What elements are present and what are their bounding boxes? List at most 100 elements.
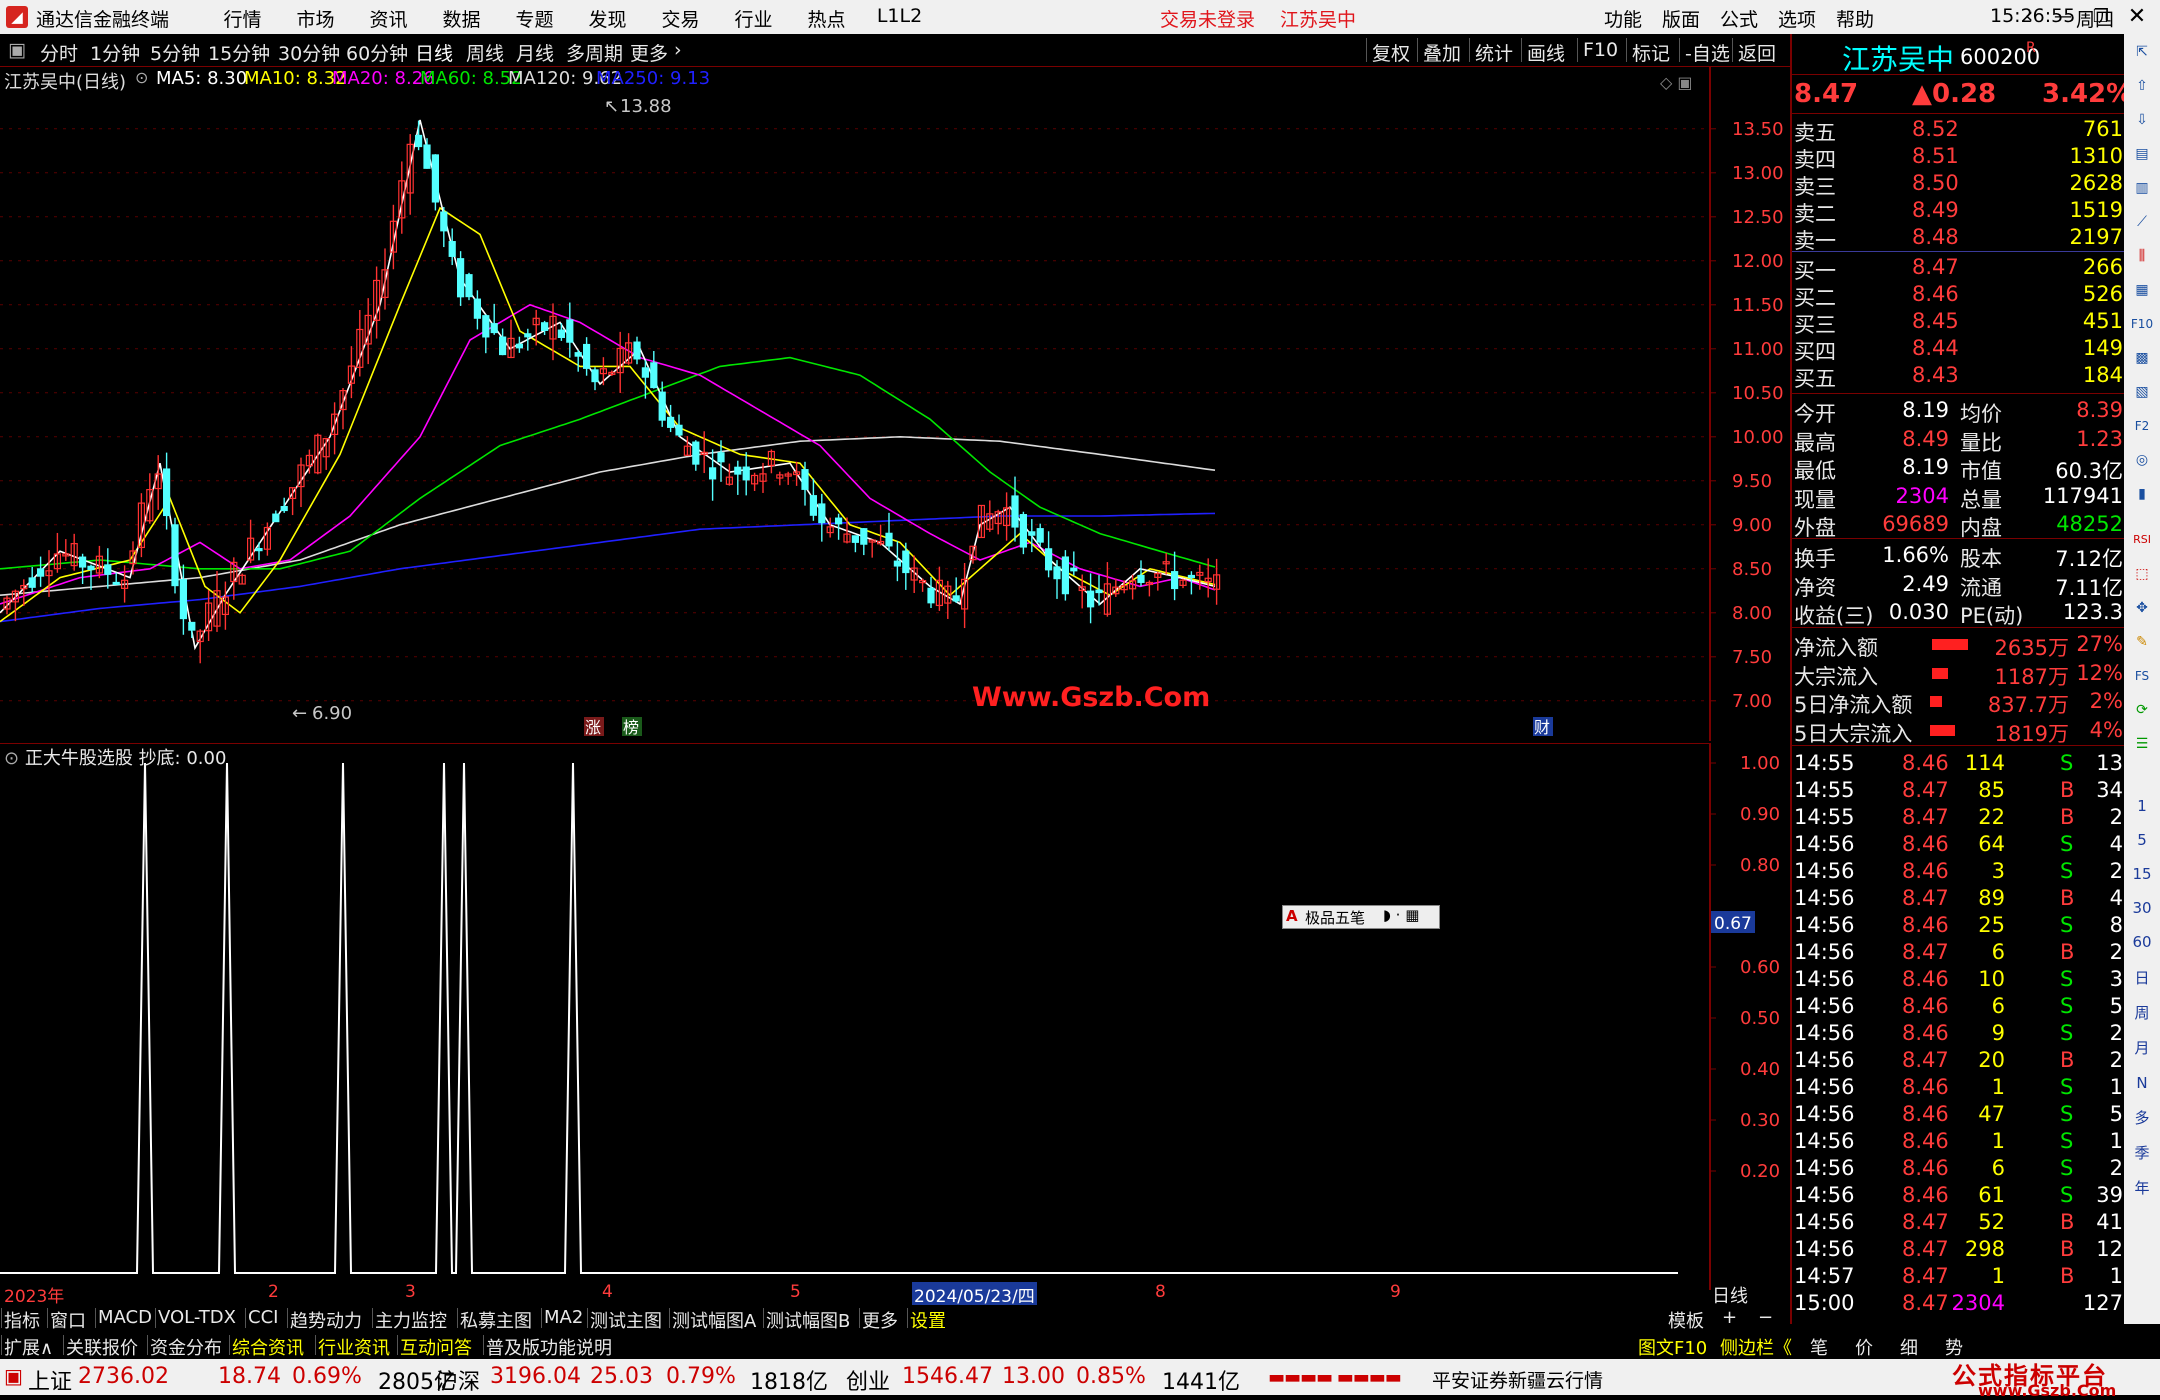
more-arrow-icon[interactable]: › [674,39,682,61]
right-menu-item-1[interactable]: 版面 [1652,5,1710,32]
indicator-tab-12[interactable]: 更多 [862,1307,898,1333]
indicator-tab-1[interactable]: 窗口 [50,1307,86,1333]
sidebar-period-6[interactable]: 周 [2128,999,2156,1027]
period-tab-3[interactable]: 15分钟 [208,39,270,66]
menu-item-5[interactable]: 发现 [571,5,644,32]
news-icon[interactable]: ▦ [2128,276,2156,304]
info-tab-0[interactable]: 扩展∧ [4,1334,53,1360]
close-icon[interactable]: ✕ [2120,3,2154,31]
indicator-tab-7[interactable]: 私募主图 [460,1307,532,1333]
rsi-icon[interactable]: RSI [2128,526,2156,554]
info-tab-6[interactable]: 普及版功能说明 [486,1334,612,1360]
kline-chart[interactable]: 13.50 13.00 12.50 12.00 11.50 11.00 10.50 10.00… [0,66,1790,741]
sidebar-period-9[interactable]: 多 [2128,1104,2156,1132]
tool-button-1[interactable]: 叠加 [1423,39,1461,66]
period-tab-9[interactable]: 多周期 [566,39,623,66]
menu-item-9[interactable]: L1L2 [863,5,936,32]
fs-icon[interactable]: FS [2128,662,2156,690]
tool-button-5[interactable]: 标记 [1632,39,1670,66]
indicator-tab-10[interactable]: 测试幅图A [672,1307,756,1333]
indicator-tab-11[interactable]: 测试幅图B [766,1307,850,1333]
move-icon[interactable]: ✥ [2128,594,2156,622]
indicator-tab-2[interactable]: MACD [98,1307,152,1328]
f2-icon[interactable]: F2 [2128,412,2156,440]
sidebar-period-1[interactable]: 5 [2128,826,2156,854]
cy-label[interactable]: 创业 [846,1364,890,1396]
f10-icon[interactable]: F10 [2128,310,2156,338]
refresh-icon[interactable]: ⟳ [2128,696,2156,724]
indicator-tab-3[interactable]: VOL-TDX [158,1307,236,1328]
sidebar-period-2[interactable]: 15 [2128,860,2156,888]
indicator-tab-8[interactable]: MA2 [544,1307,583,1328]
ime-mode-icon[interactable]: A [1286,907,1298,925]
back-icon[interactable]: ‹ [2012,3,2046,31]
indicator-tab-4[interactable]: CCI [248,1307,278,1328]
period-tab-7[interactable]: 周线 [466,39,504,66]
period-tab-0[interactable]: 分时 [40,39,78,66]
line-chart-icon[interactable]: ⟋ [2128,208,2156,236]
remove-pane-button[interactable]: − [1758,1307,1773,1328]
indicator-options-icon[interactable]: ⊙ [4,748,19,769]
tool-button-3[interactable]: 画线 [1527,39,1565,66]
sidebar-period-8[interactable]: N [2128,1069,2156,1097]
menu-item-2[interactable]: 资讯 [352,5,425,32]
sidebar-period-4[interactable]: 60 [2128,928,2156,956]
period-tab-5[interactable]: 60分钟 [346,39,408,66]
panel-toggle-icon[interactable]: ▣ [8,39,26,61]
hs-label[interactable]: 沪深 [436,1364,480,1396]
info-tab-5[interactable]: 互动问答 [400,1334,472,1360]
sh-label[interactable]: 上证 [28,1364,72,1396]
grid-icon[interactable]: ▩ [2128,344,2156,372]
restore-icon[interactable]: ❐ [2084,3,2118,31]
list-icon[interactable]: ☰ [2128,730,2156,758]
side-tab-0[interactable]: 图文F10 [1638,1334,1707,1360]
period-tab-2[interactable]: 5分钟 [150,39,200,66]
target-icon[interactable]: ◎ [2128,446,2156,474]
template-button[interactable]: 模板 [1668,1307,1704,1333]
legend-options-icon[interactable]: ⊙ [135,68,148,87]
tool-button-6[interactable]: -自选 [1685,39,1730,66]
period-tab-10[interactable]: 更多 [630,39,668,66]
table-icon[interactable]: ▥ [2128,174,2156,202]
login-status[interactable]: 交易未登录 [1160,5,1255,32]
add-pane-button[interactable]: + [1722,1307,1737,1328]
kline-icon[interactable]: ⫼ [2128,242,2156,270]
rsi-chart-icon[interactable]: ⬚ [2128,560,2156,588]
collapse-icon[interactable]: ⇱ [2128,38,2156,66]
menu-item-7[interactable]: 行业 [717,5,790,32]
sidebar-period-7[interactable]: 月 [2128,1034,2156,1062]
sidebar-period-0[interactable]: 1 [2128,792,2156,820]
info-tab-2[interactable]: 资金分布 [150,1334,222,1360]
minimize-icon[interactable]: — [2046,3,2080,31]
menu-item-4[interactable]: 专题 [498,5,571,32]
indicator-tab-6[interactable]: 主力监控 [375,1307,447,1333]
info-tab-3[interactable]: 综合资讯 [232,1334,304,1360]
menu-item-0[interactable]: 行情 [206,5,279,32]
side-tab-3[interactable]: 价 [1855,1334,1873,1360]
sidebar-period-10[interactable]: 季 [2128,1139,2156,1167]
info-tab-4[interactable]: 行业资讯 [318,1334,390,1360]
tool-button-0[interactable]: 复权 [1372,39,1410,66]
right-menu-item-4[interactable]: 帮助 [1826,5,1884,32]
right-menu-item-0[interactable]: 功能 [1594,5,1652,32]
side-tab-2[interactable]: 笔 [1810,1334,1828,1360]
menu-item-3[interactable]: 数据 [425,5,498,32]
tool-button-7[interactable]: 返回 [1738,39,1776,66]
right-menu-item-2[interactable]: 公式 [1710,5,1768,32]
down-icon[interactable]: ⇩ [2128,106,2156,134]
report-icon[interactable]: ▧ [2128,378,2156,406]
side-tab-1[interactable]: 侧边栏《 [1720,1334,1792,1360]
chart-options-icon[interactable]: ◇ ▣ [1660,73,1693,92]
indicator-tab-13[interactable]: 设置 [910,1307,946,1333]
period-tab-4[interactable]: 30分钟 [278,39,340,66]
quote-list-icon[interactable]: ▤ [2128,140,2156,168]
pen-icon[interactable]: ✎ [2128,628,2156,656]
ime-bar[interactable]: A 极品五笔 ◗ · ▦ [1282,905,1440,929]
indicator-tab-9[interactable]: 测试主图 [590,1307,662,1333]
tool-button-2[interactable]: 统计 [1475,39,1513,66]
sidebar-period-11[interactable]: 年 [2128,1174,2156,1202]
info-tab-1[interactable]: 关联报价 [66,1334,138,1360]
side-tab-4[interactable]: 细 [1900,1334,1918,1360]
indicator-tab-0[interactable]: 指标 [4,1307,40,1333]
up-icon[interactable]: ⇧ [2128,72,2156,100]
